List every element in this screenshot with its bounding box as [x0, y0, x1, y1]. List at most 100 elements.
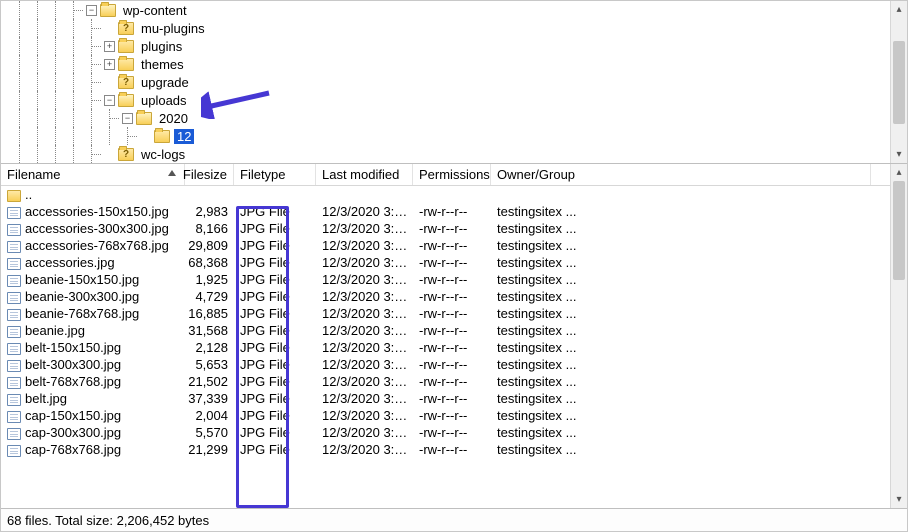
table-row[interactable]: belt-150x150.jpg2,128JPG File12/3/2020 3… — [1, 339, 890, 356]
file-owner: testingsitex ... — [491, 221, 871, 236]
file-owner: testingsitex ... — [491, 357, 871, 372]
tree-item-2020[interactable]: −2020 — [11, 109, 889, 127]
file-name: accessories-768x768.jpg — [25, 238, 169, 253]
parent-directory-row[interactable]: .. — [1, 186, 890, 203]
scroll-up-icon[interactable]: ▴ — [891, 164, 907, 181]
file-permissions: -rw-r--r-- — [413, 425, 491, 440]
table-row[interactable]: beanie-768x768.jpg16,885JPG File12/3/202… — [1, 305, 890, 322]
file-icon — [7, 241, 21, 253]
table-row[interactable]: belt-300x300.jpg5,653JPG File12/3/2020 3… — [1, 356, 890, 373]
file-owner: testingsitex ... — [491, 306, 871, 321]
scroll-down-icon[interactable]: ▾ — [891, 146, 907, 163]
file-modified: 12/3/2020 3:55:... — [316, 357, 413, 372]
column-ownergroup[interactable]: Owner/Group — [491, 164, 871, 185]
file-name: cap-300x300.jpg — [25, 425, 121, 440]
folder-icon — [7, 190, 21, 202]
tree-item-label: mu-plugins — [138, 21, 208, 36]
file-modified: 12/3/2020 3:55:... — [316, 289, 413, 304]
file-type: JPG File — [234, 306, 316, 321]
tree-item-upgrade[interactable]: upgrade — [11, 73, 889, 91]
collapse-icon[interactable]: − — [104, 95, 115, 106]
folder-icon — [118, 22, 134, 35]
file-icon — [7, 377, 21, 389]
expand-icon[interactable]: + — [104, 41, 115, 52]
table-row[interactable]: accessories-768x768.jpg29,809JPG File12/… — [1, 237, 890, 254]
file-owner: testingsitex ... — [491, 442, 871, 457]
file-type: JPG File — [234, 204, 316, 219]
file-modified: 12/3/2020 3:55:... — [316, 442, 413, 457]
file-size: 68,368 — [185, 255, 234, 270]
file-size: 1,925 — [185, 272, 234, 287]
table-row[interactable]: cap-768x768.jpg21,299JPG File12/3/2020 3… — [1, 441, 890, 458]
table-row[interactable]: accessories.jpg68,368JPG File12/3/2020 3… — [1, 254, 890, 271]
table-row[interactable]: cap-300x300.jpg5,570JPG File12/3/2020 3:… — [1, 424, 890, 441]
folder-icon — [118, 40, 134, 53]
collapse-icon[interactable]: − — [86, 5, 97, 16]
file-icon — [7, 428, 21, 440]
table-row[interactable]: belt-768x768.jpg21,502JPG File12/3/2020 … — [1, 373, 890, 390]
list-body[interactable]: ..accessories-150x150.jpg2,983JPG File12… — [1, 186, 890, 508]
status-bar: 68 files. Total size: 2,206,452 bytes — [1, 509, 907, 531]
file-size: 29,809 — [185, 238, 234, 253]
file-type: JPG File — [234, 323, 316, 338]
list-scrollbar[interactable]: ▴ ▾ — [890, 164, 907, 508]
tree-scrollbar[interactable]: ▴ ▾ — [890, 1, 907, 163]
tree-scroll-area[interactable]: −wp-content mu-plugins+plugins+themesupgr… — [1, 1, 889, 163]
tree-item-mu-plugins[interactable]: mu-plugins — [11, 19, 889, 37]
file-permissions: -rw-r--r-- — [413, 221, 491, 236]
file-name: cap-150x150.jpg — [25, 408, 121, 423]
folder-icon — [100, 4, 116, 17]
file-name: beanie.jpg — [25, 323, 85, 338]
tree-item-label: 12 — [174, 129, 194, 144]
file-size: 2,128 — [185, 340, 234, 355]
column-filename[interactable]: Filename — [1, 164, 185, 185]
table-row[interactable]: beanie-150x150.jpg1,925JPG File12/3/2020… — [1, 271, 890, 288]
table-row[interactable]: cap-150x150.jpg2,004JPG File12/3/2020 3:… — [1, 407, 890, 424]
file-size: 5,653 — [185, 357, 234, 372]
column-lastmodified[interactable]: Last modified — [316, 164, 413, 185]
tree-item-uploads[interactable]: −uploads — [11, 91, 889, 109]
file-size: 2,983 — [185, 204, 234, 219]
list-header: Filename Filesize Filetype Last modified… — [1, 164, 907, 186]
file-icon — [7, 343, 21, 355]
file-owner: testingsitex ... — [491, 408, 871, 423]
scroll-up-icon[interactable]: ▴ — [891, 1, 907, 18]
file-permissions: -rw-r--r-- — [413, 340, 491, 355]
file-owner: testingsitex ... — [491, 238, 871, 253]
file-permissions: -rw-r--r-- — [413, 204, 491, 219]
folder-icon — [154, 130, 170, 143]
file-modified: 12/3/2020 3:55:... — [316, 374, 413, 389]
file-modified: 12/3/2020 3:55:... — [316, 306, 413, 321]
file-owner: testingsitex ... — [491, 323, 871, 338]
table-row[interactable]: accessories-150x150.jpg2,983JPG File12/3… — [1, 203, 890, 220]
file-name: belt-300x300.jpg — [25, 357, 121, 372]
table-row[interactable]: belt.jpg37,339JPG File12/3/2020 3:55:...… — [1, 390, 890, 407]
file-size: 37,339 — [185, 391, 234, 406]
file-name: belt-150x150.jpg — [25, 340, 121, 355]
scroll-down-icon[interactable]: ▾ — [891, 491, 907, 508]
file-size: 31,568 — [185, 323, 234, 338]
expand-icon[interactable]: + — [104, 59, 115, 70]
table-row[interactable]: accessories-300x300.jpg8,166JPG File12/3… — [1, 220, 890, 237]
folder-icon — [118, 94, 134, 107]
file-icon — [7, 275, 21, 287]
tree-item-12[interactable]: 12 — [11, 127, 889, 145]
file-owner: testingsitex ... — [491, 340, 871, 355]
file-type: JPG File — [234, 255, 316, 270]
column-permissions[interactable]: Permissions — [413, 164, 491, 185]
tree-item-wc-logs[interactable]: wc-logs — [11, 145, 889, 163]
file-icon — [7, 445, 21, 457]
file-name: accessories-300x300.jpg — [25, 221, 169, 236]
column-filesize[interactable]: Filesize — [185, 164, 234, 185]
file-permissions: -rw-r--r-- — [413, 238, 491, 253]
file-modified: 12/3/2020 3:55:... — [316, 255, 413, 270]
table-row[interactable]: beanie.jpg31,568JPG File12/3/2020 3:55:.… — [1, 322, 890, 339]
file-icon — [7, 224, 21, 236]
table-row[interactable]: beanie-300x300.jpg4,729JPG File12/3/2020… — [1, 288, 890, 305]
collapse-icon[interactable]: − — [122, 113, 133, 124]
tree-item-wp-content[interactable]: −wp-content — [11, 1, 889, 19]
tree-item-plugins[interactable]: +plugins — [11, 37, 889, 55]
file-permissions: -rw-r--r-- — [413, 442, 491, 457]
tree-item-themes[interactable]: +themes — [11, 55, 889, 73]
column-filetype[interactable]: Filetype — [234, 164, 316, 185]
